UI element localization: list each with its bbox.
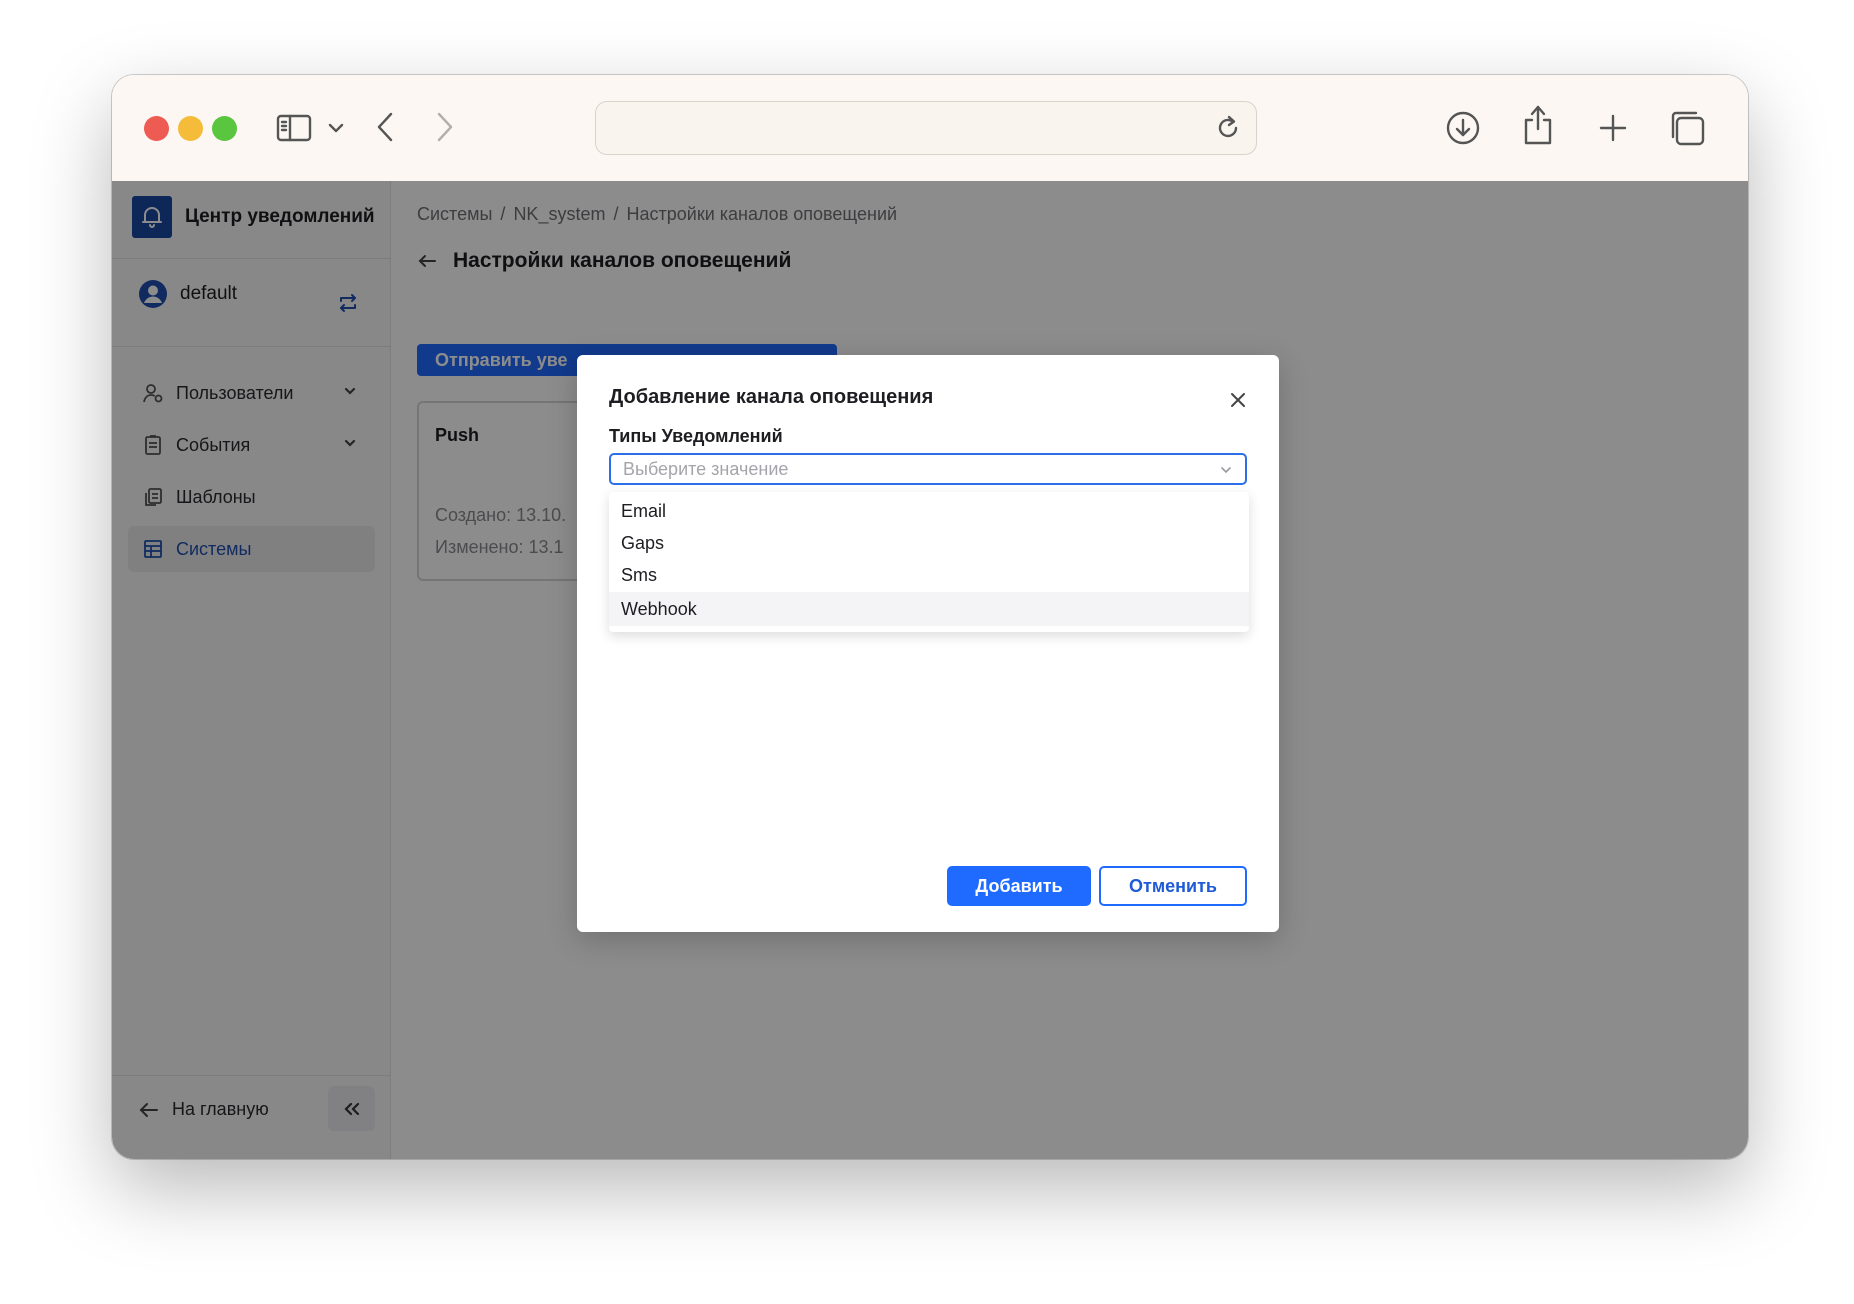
sidebar-toggle-icon[interactable] <box>274 108 314 148</box>
add-channel-dialog: Добавление канала оповещения Типы Уведом… <box>577 355 1279 932</box>
chevron-down-icon[interactable] <box>325 117 347 139</box>
share-icon[interactable] <box>1518 101 1558 149</box>
new-tab-icon[interactable] <box>1593 108 1633 148</box>
browser-window: Центр уведомлений default Пользователи С… <box>112 75 1748 1159</box>
option-label: Sms <box>621 564 657 585</box>
download-icon[interactable] <box>1443 108 1483 148</box>
minimize-window-button[interactable] <box>178 116 203 141</box>
option-webhook[interactable]: Webhook <box>609 592 1249 626</box>
option-email[interactable]: Email <box>609 494 1249 528</box>
notification-types-select[interactable]: Выберите значение <box>609 453 1247 485</box>
add-button[interactable]: Добавить <box>947 866 1091 906</box>
option-gaps[interactable]: Gaps <box>609 526 1249 560</box>
back-icon[interactable] <box>370 105 400 149</box>
option-label: Webhook <box>621 598 697 619</box>
address-bar[interactable] <box>595 101 1257 155</box>
chevron-down-icon <box>1221 467 1231 474</box>
browser-toolbar <box>112 75 1748 182</box>
modal-title: Добавление канала оповещения <box>609 386 934 408</box>
close-window-button[interactable] <box>144 116 169 141</box>
cancel-button-label: Отменить <box>1129 875 1217 896</box>
select-dropdown: Email Gaps Sms Webhook <box>609 492 1249 632</box>
maximize-window-button[interactable] <box>212 116 237 141</box>
option-sms[interactable]: Sms <box>609 558 1249 592</box>
option-label: Gaps <box>621 532 665 553</box>
select-placeholder: Выберите значение <box>623 458 789 479</box>
tabs-overview-icon[interactable] <box>1665 106 1709 150</box>
forward-icon[interactable] <box>430 105 460 149</box>
cancel-button[interactable]: Отменить <box>1099 866 1247 906</box>
close-icon[interactable] <box>1227 389 1249 411</box>
add-button-label: Добавить <box>975 875 1063 896</box>
app-content: Центр уведомлений default Пользователи С… <box>112 181 1748 1159</box>
reload-icon[interactable] <box>1214 114 1242 142</box>
option-label: Email <box>621 500 667 521</box>
notification-types-label: Типы Уведомлений <box>609 426 783 446</box>
